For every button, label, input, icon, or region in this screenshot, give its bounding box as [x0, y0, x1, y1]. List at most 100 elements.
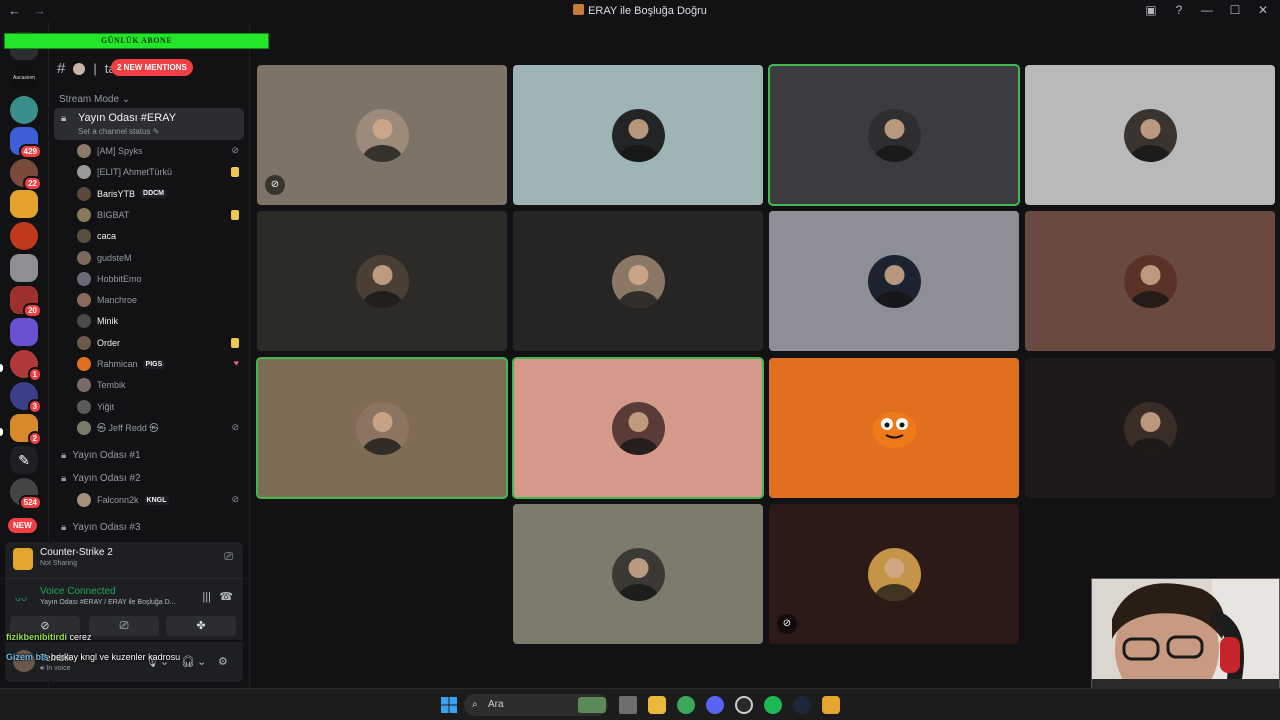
voice-channel-3[interactable]: 🔒︎ Yayın Odası #3: [61, 522, 141, 533]
member-tag: PIGS: [142, 359, 166, 369]
server-dark[interactable]: 524: [10, 478, 42, 510]
avatar: [77, 250, 91, 265]
screen-share-icon: ⎚: [119, 620, 129, 632]
voice-status[interactable]: Voice Connected: [40, 586, 116, 597]
server-face[interactable]: [10, 190, 38, 218]
video-tile[interactable]: [513, 211, 763, 351]
minimize-button[interactable]: —: [1200, 3, 1214, 17]
server-orange[interactable]: 2: [10, 414, 42, 446]
server-blue[interactable]: 429: [10, 127, 42, 159]
app-window: ← → ERAY ile Boşluğa Doğru ▣ ? — ☐ ✕ Auc…: [0, 0, 1280, 720]
title-bar: ← → ERAY ile Boşluğa Doğru ▣ ? — ☐ ✕: [0, 0, 1280, 22]
share-screen-icon[interactable]: ⎚: [224, 551, 233, 564]
server-teal[interactable]: [10, 96, 38, 124]
voice-member[interactable]: Yiğit: [77, 397, 243, 417]
video-tile[interactable]: [512, 357, 764, 499]
window-title-wrap: ERAY ile Boşluğa Doğru: [0, 4, 1280, 17]
server-redcap[interactable]: 1: [10, 350, 42, 382]
participant-avatar: [868, 109, 921, 162]
voice-member[interactable]: Manchroe: [77, 290, 243, 310]
divider: |: [93, 61, 97, 76]
sub-goal-banner: GÜNLÜK ABONE: [4, 33, 269, 49]
member-tag: KNGL: [143, 495, 170, 505]
signal-icon[interactable]: 〰: [15, 591, 27, 608]
voice-member[interactable]: Tembik: [77, 375, 243, 395]
video-tile[interactable]: [513, 65, 763, 205]
voice-channel-1[interactable]: 🔒︎ Yayın Odası #1: [61, 450, 141, 461]
video-tile[interactable]: ⊘: [257, 65, 507, 205]
voice-member[interactable]: [ELIT] AhmetTürkü: [77, 162, 243, 182]
server-card[interactable]: 20: [10, 286, 42, 318]
disconnect-icon[interactable]: ☎: [219, 590, 233, 603]
lock-icon: 🔒︎: [61, 450, 67, 461]
member-name: BIGBAT: [97, 209, 130, 220]
avatar: [77, 493, 91, 507]
voice-member[interactable]: HobbitEmo: [77, 269, 243, 289]
voice-member[interactable]: ㉿ Jeff Redd ㉿ ⊘: [77, 418, 243, 438]
voice-member[interactable]: Order: [77, 333, 243, 353]
video-tile[interactable]: [513, 504, 763, 644]
game-activity-icon: [231, 209, 239, 220]
channel-status-text: Set a channel status: [78, 127, 151, 136]
member-name: Yiğit: [97, 401, 115, 412]
server-girl[interactable]: 22: [10, 159, 42, 191]
server-aucasiom[interactable]: Aucasiom: [10, 64, 38, 92]
video-tile[interactable]: [768, 64, 1020, 206]
active-voice-channel[interactable]: 🔒︎ Yayın Odası #ERAY Set a channel statu…: [54, 108, 244, 140]
noise-suppression-icon[interactable]: |||: [202, 591, 211, 603]
obs-icon[interactable]: [735, 696, 753, 714]
maximize-button[interactable]: ☐: [1228, 3, 1242, 17]
voice-member[interactable]: Falconn2k KNGL ⊘: [77, 490, 243, 510]
voice-member[interactable]: [AM] Spyks ⊘: [77, 141, 243, 161]
feather-icon[interactable]: ✎: [10, 446, 38, 474]
spotify-icon[interactable]: [764, 696, 782, 714]
video-tile[interactable]: [257, 211, 507, 351]
windows-start-icon[interactable]: [440, 696, 458, 714]
avatar: [77, 229, 91, 244]
task-view-icon[interactable]: [619, 696, 637, 714]
video-tile[interactable]: [1025, 358, 1275, 498]
discord-icon[interactable]: [706, 696, 724, 714]
server-red[interactable]: [10, 222, 38, 250]
voice-channel-2[interactable]: 🔒︎ Yayın Odası #2: [61, 473, 141, 484]
server-purple[interactable]: [10, 318, 38, 346]
server-anime[interactable]: 3: [10, 382, 42, 414]
inbox-icon[interactable]: ▣: [1144, 3, 1158, 17]
file-explorer-icon[interactable]: [648, 696, 666, 714]
channel-status[interactable]: Set a channel status ✎: [78, 127, 159, 136]
new-badge[interactable]: NEW: [8, 518, 37, 533]
close-button[interactable]: ✕: [1256, 3, 1270, 17]
game-activity-icon: [231, 337, 239, 348]
steam-icon[interactable]: [793, 696, 811, 714]
participant-avatar: [868, 255, 921, 308]
video-tile[interactable]: [256, 357, 508, 499]
video-tile[interactable]: ⊘: [769, 504, 1019, 644]
chevron-down-icon[interactable]: ⌄: [197, 655, 206, 668]
game-status: Not Sharing: [40, 560, 77, 567]
new-mentions-badge[interactable]: 2 NEW MENTIONS: [111, 59, 193, 76]
video-tile[interactable]: [1025, 65, 1275, 205]
chrome-icon[interactable]: [677, 696, 695, 714]
server-t[interactable]: [10, 254, 38, 282]
headphones-icon[interactable]: 🎧︎: [181, 655, 195, 668]
avatar: [77, 420, 91, 435]
voice-member[interactable]: gudsteM: [77, 248, 243, 268]
help-icon[interactable]: ?: [1172, 3, 1186, 17]
stream-mode-label[interactable]: Stream Mode ⌄: [59, 94, 130, 105]
voice-member[interactable]: caca: [77, 226, 243, 246]
voice-member[interactable]: Rahmican PIGS ♥: [77, 354, 243, 374]
counter-strike-taskbar-icon[interactable]: [822, 696, 840, 714]
voice-member[interactable]: BIGBAT: [77, 205, 243, 225]
search-highlight-icon[interactable]: [578, 697, 606, 713]
voice-member[interactable]: BarisYTB DDCM: [77, 184, 243, 204]
video-tile[interactable]: [769, 211, 1019, 351]
settings-gear-icon[interactable]: ⚙: [218, 655, 228, 668]
video-tile[interactable]: [769, 358, 1019, 498]
window-title: ERAY ile Boşluğa Doğru: [588, 5, 707, 17]
video-tile[interactable]: [1025, 211, 1275, 351]
channel-header: # | ta: [57, 60, 116, 77]
voice-member[interactable]: Minik: [77, 311, 243, 331]
member-name: Minik: [97, 316, 119, 327]
participant-avatar: [868, 548, 921, 601]
participant-avatar: [1124, 255, 1177, 308]
